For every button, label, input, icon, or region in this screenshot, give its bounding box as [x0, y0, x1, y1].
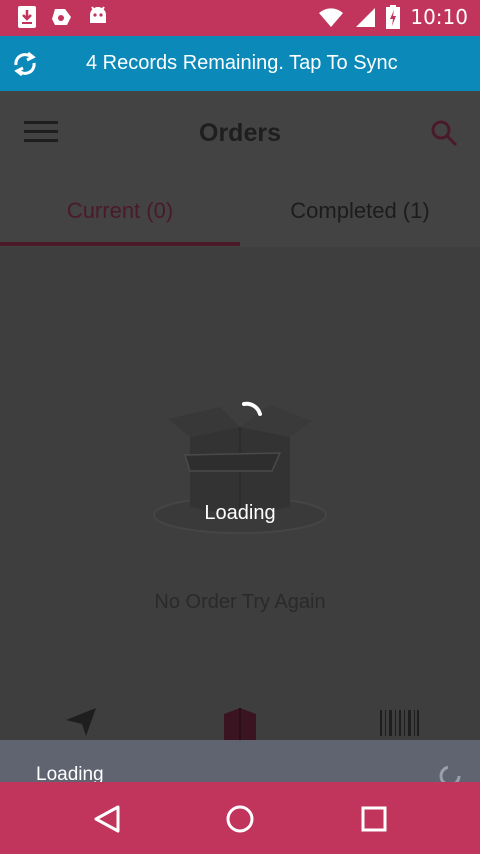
tab-completed[interactable]: Completed (1) [240, 175, 480, 247]
navigation-arrow-icon[interactable] [64, 706, 98, 736]
sync-icon[interactable] [10, 49, 40, 79]
back-icon[interactable] [92, 804, 122, 834]
system-nav-bar [0, 782, 480, 854]
battery-charging-icon [386, 5, 401, 29]
sync-banner-text[interactable]: 4 Records Remaining. Tap To Sync [86, 52, 398, 75]
tab-bar: Current (0) Completed (1) [0, 175, 480, 247]
bottom-navigation [0, 700, 480, 740]
empty-state-text: No Order Try Again [154, 591, 326, 613]
status-time: 10:10 [410, 5, 468, 29]
download-icon [18, 6, 36, 28]
barcode-icon[interactable] [380, 706, 420, 736]
home-icon[interactable] [225, 804, 255, 834]
status-bar: 10:10 [0, 0, 480, 36]
android-icon [90, 6, 106, 23]
app-bar: Orders [0, 91, 480, 175]
wifi-icon [319, 8, 344, 27]
tab-indicator [0, 242, 240, 246]
page-title: Orders [199, 119, 281, 147]
loading-overlay-text: Loading [204, 502, 276, 524]
box-icon[interactable] [222, 706, 258, 740]
search-icon[interactable] [430, 119, 458, 147]
drive-icon [52, 9, 71, 25]
sync-banner[interactable]: 4 Records Remaining. Tap To Sync [0, 36, 480, 91]
signal-icon [356, 8, 376, 27]
tab-current[interactable]: Current (0) [0, 175, 240, 247]
loading-spinner-icon [242, 401, 262, 416]
orders-content: No Order Try Again [0, 247, 480, 740]
loading-snackbar: Loading [0, 740, 480, 785]
recents-icon[interactable] [359, 804, 389, 834]
